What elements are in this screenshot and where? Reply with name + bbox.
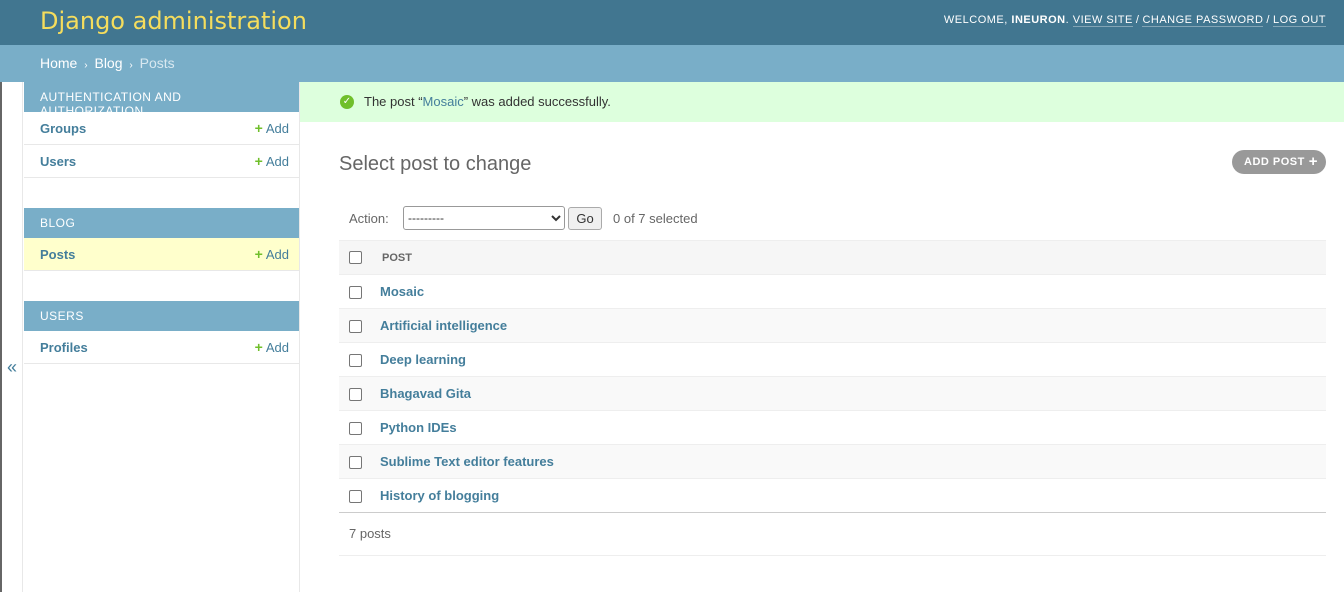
add-label: Add (265, 154, 289, 169)
result-list-table: Post Mosaic Artificial intelligence Deep… (339, 240, 1326, 513)
sidebar-item-users: Users + Add (24, 145, 299, 178)
plus-icon: + (254, 120, 263, 136)
sidebar-item-posts-link[interactable]: Posts (40, 247, 75, 262)
go-button[interactable]: Go (568, 207, 602, 230)
post-link[interactable]: Artificial intelligence (379, 318, 507, 333)
row-checkbox[interactable] (349, 456, 362, 470)
plus-icon: + (254, 339, 263, 355)
paginator: 7 posts (339, 512, 1326, 556)
post-link[interactable]: Mosaic (379, 284, 424, 299)
success-message: ✓ The post “Mosaic” was added successful… (300, 82, 1344, 122)
post-link[interactable]: Sublime Text editor features (379, 454, 554, 469)
username: ineuron (1011, 14, 1066, 26)
post-link[interactable]: Bhagavad Gita (379, 386, 471, 401)
post-link[interactable]: Deep learning (379, 352, 466, 367)
table-row: Sublime Text editor features (339, 444, 1326, 479)
view-site-link[interactable]: View site (1072, 14, 1133, 27)
change-password-link[interactable]: Change password (1142, 14, 1264, 27)
checkmark-icon: ✓ (340, 95, 354, 109)
toggle-sidebar-button[interactable]: « (0, 82, 23, 592)
add-users-link[interactable]: + Add (255, 153, 289, 169)
table-row: Artificial intelligence (339, 308, 1326, 343)
double-chevron-left-icon: « (7, 357, 18, 377)
action-label: Action: (349, 211, 389, 226)
sidebar-item-groups: Groups + Add (24, 112, 299, 145)
table-row: History of blogging (339, 478, 1326, 513)
module-users: Users Profiles + Add (24, 301, 299, 364)
column-header-post[interactable]: Post (379, 240, 1326, 275)
row-checkbox[interactable] (349, 490, 362, 504)
log-out-link[interactable]: Log out (1272, 14, 1326, 27)
add-label: Add (265, 340, 289, 355)
add-post-label: Add post (1244, 156, 1305, 168)
breadcrumb-home[interactable]: Home (40, 55, 77, 71)
action-select[interactable]: --------- (403, 206, 565, 230)
content-main: ✓ The post “Mosaic” was added successful… (300, 82, 1344, 592)
plus-icon: + (254, 246, 263, 262)
table-row: Bhagavad Gita (339, 376, 1326, 411)
row-checkbox[interactable] (349, 422, 362, 436)
module-blog: Blog Posts + Add (24, 208, 299, 271)
plus-icon: + (254, 153, 263, 169)
select-all-checkbox[interactable] (349, 251, 362, 264)
table-row: Python IDEs (339, 410, 1326, 445)
row-checkbox[interactable] (349, 388, 362, 402)
row-checkbox[interactable] (349, 354, 362, 368)
message-post-link[interactable]: Mosaic (423, 94, 464, 109)
selected-counter: 0 of 7 selected (613, 211, 698, 226)
add-posts-link[interactable]: + Add (255, 246, 289, 262)
module-auth: Authentication and Authorization Groups … (24, 82, 299, 178)
header: Django administration Welcome, ineuron. … (0, 0, 1344, 45)
module-caption[interactable]: Blog (24, 208, 299, 238)
message-suffix: ” was added successfully. (463, 94, 611, 109)
table-header-row: Post (339, 240, 1326, 275)
table-row: Deep learning (339, 342, 1326, 377)
breadcrumb-separator: › (129, 60, 133, 71)
welcome-text: Welcome, (943, 14, 1008, 26)
module-caption[interactable]: Authentication and Authorization (24, 82, 299, 118)
message-prefix: The post “ (364, 94, 423, 109)
add-label: Add (265, 121, 289, 136)
breadcrumb-app[interactable]: Blog (94, 55, 122, 71)
sidebar-item-profiles: Profiles + Add (24, 331, 299, 364)
add-groups-link[interactable]: + Add (255, 120, 289, 136)
table-row: Mosaic (339, 274, 1326, 309)
select-all-cell (339, 240, 379, 275)
add-label: Add (265, 247, 289, 262)
post-link[interactable]: History of blogging (379, 488, 499, 503)
row-checkbox[interactable] (349, 286, 362, 300)
module-caption[interactable]: Users (24, 301, 299, 331)
sidebar-item-posts: Posts + Add (24, 238, 299, 271)
sidebar-item-groups-link[interactable]: Groups (40, 121, 86, 136)
breadcrumb-current: Posts (139, 55, 175, 71)
nav-sidebar: Authentication and Authorization Groups … (24, 82, 300, 592)
actions-bar: Action: --------- Go 0 of 7 selected (339, 206, 1326, 240)
page-title: Select post to change (339, 153, 532, 175)
sidebar-item-profiles-link[interactable]: Profiles (40, 340, 88, 355)
sidebar-item-users-link[interactable]: Users (40, 154, 76, 169)
post-link[interactable]: Python IDEs (379, 420, 457, 435)
plus-icon: + (1308, 153, 1318, 170)
row-checkbox[interactable] (349, 320, 362, 334)
add-profiles-link[interactable]: + Add (255, 339, 289, 355)
add-post-button[interactable]: Add post + (1232, 150, 1326, 174)
breadcrumb: Home › Blog › Posts (0, 45, 1344, 82)
user-tools: Welcome, ineuron. View site / Change passw… (943, 14, 1326, 27)
breadcrumb-separator: › (84, 60, 88, 71)
site-branding[interactable]: Django administration (40, 7, 307, 35)
